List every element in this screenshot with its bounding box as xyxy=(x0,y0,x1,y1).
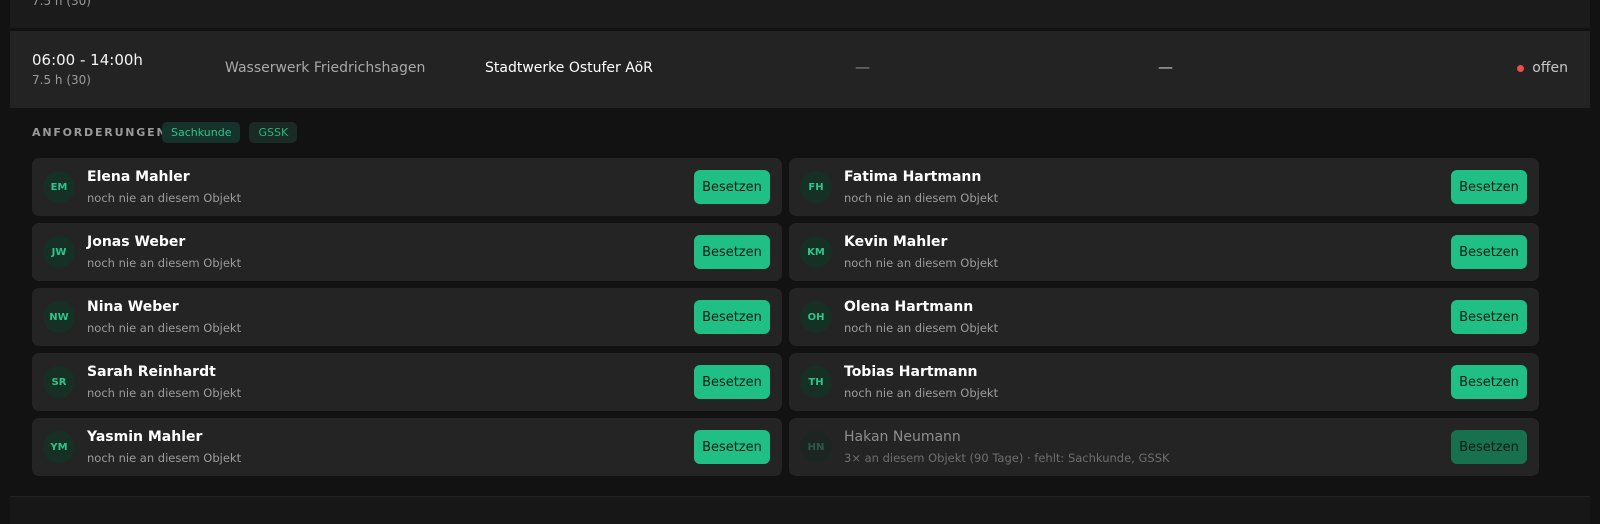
candidate-note: noch nie an diesem Objekt xyxy=(87,451,242,465)
assign-button[interactable]: Besetzen xyxy=(1451,170,1527,204)
avatar: JW xyxy=(43,236,75,268)
candidate-name: Tobias Hartmann xyxy=(844,364,978,380)
candidate-card: FH Fatima Hartmann noch nie an diesem Ob… xyxy=(789,158,1539,216)
candidate-card: EM Elena Mahler noch nie an diesem Objek… xyxy=(32,158,782,216)
candidate-name: Elena Mahler xyxy=(87,169,190,185)
previous-shift-duration: 7.5 h (30) xyxy=(32,0,91,8)
candidate-name: Kevin Mahler xyxy=(844,234,948,250)
shift-column-b: — xyxy=(1158,58,1173,76)
assign-button[interactable]: Besetzen xyxy=(1451,235,1527,269)
status-badge: offen xyxy=(1517,60,1568,76)
avatar: HN xyxy=(800,431,832,463)
assign-button[interactable]: Besetzen xyxy=(694,170,770,204)
candidate-name: Sarah Reinhardt xyxy=(87,364,216,380)
shift-client: Stadtwerke Ostufer AöR xyxy=(485,60,653,76)
requirements-label: ANFORDERUNGEN xyxy=(32,126,168,139)
assign-button[interactable]: Besetzen xyxy=(694,300,770,334)
candidate-card: TH Tobias Hartmann noch nie an diesem Ob… xyxy=(789,353,1539,411)
candidate-card: YM Yasmin Mahler noch nie an diesem Obje… xyxy=(32,418,782,476)
avatar: FH xyxy=(800,171,832,203)
avatar: SR xyxy=(43,366,75,398)
candidate-note: noch nie an diesem Objekt xyxy=(844,321,999,335)
candidate-card: NW Nina Weber noch nie an diesem Objekt … xyxy=(32,288,782,346)
avatar: OH xyxy=(800,301,832,333)
candidate-note: noch nie an diesem Objekt xyxy=(87,256,242,270)
candidate-name: Olena Hartmann xyxy=(844,299,974,315)
status-dot-icon xyxy=(1517,64,1525,72)
shift-location: Wasserwerk Friedrichshagen xyxy=(225,60,426,76)
shift-row[interactable]: 06:00 - 14:00h 7.5 h (30) Wasserwerk Fri… xyxy=(10,31,1590,108)
previous-shift-row: 7.5 h (30) xyxy=(10,0,1590,28)
candidate-note: noch nie an diesem Objekt xyxy=(844,191,999,205)
candidate-card: OH Olena Hartmann noch nie an diesem Obj… xyxy=(789,288,1539,346)
status-label: offen xyxy=(1532,60,1568,76)
assign-button[interactable]: Besetzen xyxy=(694,235,770,269)
requirements-tags: Sachkunde GSSK xyxy=(162,122,298,143)
candidate-name: Jonas Weber xyxy=(87,234,186,250)
candidate-name: Yasmin Mahler xyxy=(87,429,203,445)
candidate-note: noch nie an diesem Objekt xyxy=(87,321,242,335)
candidate-card: SR Sarah Reinhardt noch nie an diesem Ob… xyxy=(32,353,782,411)
assign-button[interactable]: Besetzen xyxy=(1451,300,1527,334)
assign-button[interactable]: Besetzen xyxy=(694,365,770,399)
candidate-note: noch nie an diesem Objekt xyxy=(87,386,242,400)
assign-button-disabled[interactable]: Besetzen xyxy=(1451,430,1527,464)
candidate-grid: EM Elena Mahler noch nie an diesem Objek… xyxy=(32,158,1569,476)
avatar: NW xyxy=(43,301,75,333)
avatar: KM xyxy=(800,236,832,268)
avatar: EM xyxy=(43,171,75,203)
candidate-name: Fatima Hartmann xyxy=(844,169,982,185)
requirement-tag: Sachkunde xyxy=(162,122,241,143)
next-shift-row[interactable] xyxy=(10,497,1590,524)
assign-button[interactable]: Besetzen xyxy=(1451,365,1527,399)
candidate-note: noch nie an diesem Objekt xyxy=(844,256,999,270)
assign-button[interactable]: Besetzen xyxy=(694,430,770,464)
candidate-note: noch nie an diesem Objekt xyxy=(844,386,999,400)
candidate-note: noch nie an diesem Objekt xyxy=(87,191,242,205)
requirement-tag: GSSK xyxy=(249,122,298,143)
candidate-card: JW Jonas Weber noch nie an diesem Objekt… xyxy=(32,223,782,281)
candidate-card: KM Kevin Mahler noch nie an diesem Objek… xyxy=(789,223,1539,281)
candidate-name: Hakan Neumann xyxy=(844,429,961,445)
candidate-note: 3× an diesem Objekt (90 Tage) · fehlt: S… xyxy=(844,451,1170,465)
shift-time: 06:00 - 14:00h xyxy=(32,51,143,69)
candidate-card-disabled: HN Hakan Neumann 3× an diesem Objekt (90… xyxy=(789,418,1539,476)
shift-column-a: — xyxy=(855,58,870,76)
candidate-name: Nina Weber xyxy=(87,299,179,315)
shift-duration: 7.5 h (30) xyxy=(32,73,91,87)
avatar: YM xyxy=(43,431,75,463)
avatar: TH xyxy=(800,366,832,398)
